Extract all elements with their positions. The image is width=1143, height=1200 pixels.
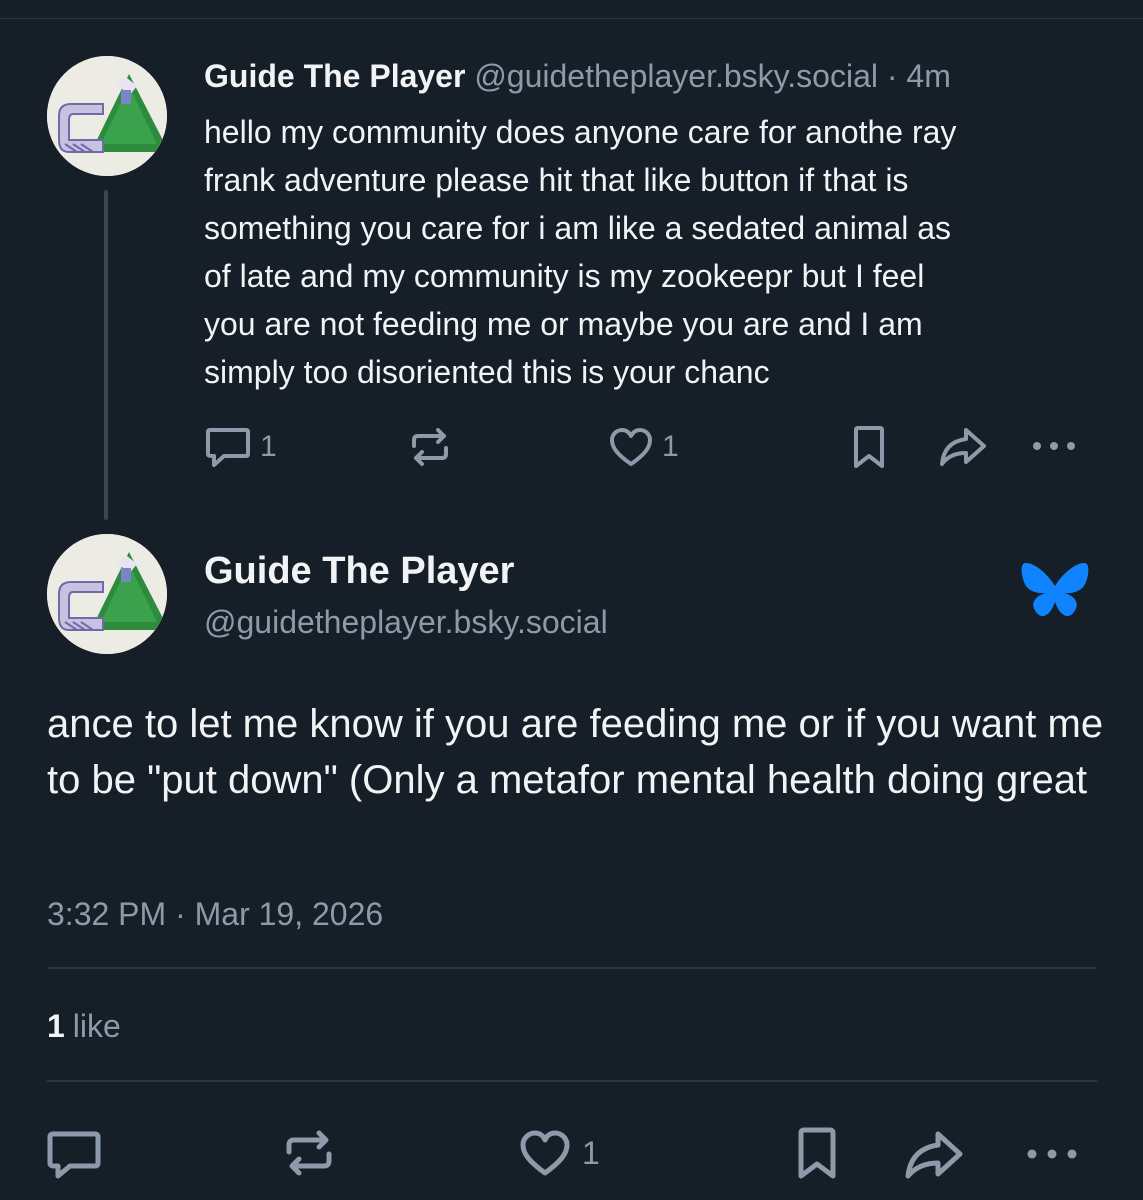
parent-like-button[interactable]: 1 — [608, 426, 679, 468]
share-icon — [940, 428, 986, 466]
main-post-timestamp: 3:32 PM · Mar 19, 2026 — [47, 896, 384, 932]
parent-author-avatar[interactable] — [47, 56, 167, 176]
parent-author-handle[interactable]: @guidetheplayer.bsky.social — [474, 58, 878, 94]
bookmark-icon — [854, 426, 884, 468]
bookmark-icon — [798, 1127, 836, 1179]
repost-icon — [412, 428, 448, 466]
parent-reply-button[interactable]: 1 — [204, 424, 277, 470]
parent-repost-button[interactable] — [408, 426, 452, 468]
main-like-button[interactable]: 1 — [518, 1128, 600, 1178]
likes-summary[interactable]: 1 like — [47, 1006, 121, 1046]
bluesky-butterfly-icon — [1020, 560, 1090, 629]
parent-share-button[interactable] — [936, 426, 988, 468]
likes-label: like — [72, 1008, 121, 1044]
parent-bookmark-button[interactable] — [850, 424, 888, 470]
reply-icon — [206, 428, 250, 467]
main-share-button[interactable] — [902, 1130, 964, 1180]
main-author-handle[interactable]: @guidetheplayer.bsky.social — [204, 602, 608, 642]
repost-icon — [286, 1130, 332, 1176]
parent-author-name[interactable]: Guide The Player — [204, 58, 465, 94]
avatar-image — [47, 534, 167, 654]
avatar-image — [47, 56, 167, 176]
parent-post-text: hello my community does anyone care for … — [204, 114, 957, 390]
like-icon — [610, 428, 652, 466]
main-bookmark-button[interactable] — [794, 1126, 840, 1180]
more-icon — [1027, 1149, 1077, 1159]
stats-divider-top — [47, 967, 1097, 969]
reply-icon — [47, 1131, 101, 1179]
stats-divider-bottom — [47, 1080, 1097, 1082]
main-repost-button[interactable] — [282, 1128, 336, 1178]
more-icon — [1033, 442, 1075, 450]
main-post-text: ance to let me know if you are feeding m… — [47, 702, 1104, 802]
main-reply-button[interactable] — [46, 1128, 102, 1182]
parent-like-count: 1 — [662, 430, 679, 463]
parent-reply-count: 1 — [260, 430, 277, 463]
parent-relative-time[interactable]: 4m — [906, 58, 950, 94]
main-author-name[interactable]: Guide The Player — [204, 548, 514, 594]
like-icon — [520, 1130, 570, 1176]
main-like-count: 1 — [582, 1134, 600, 1171]
top-divider — [0, 18, 1143, 19]
main-more-button[interactable] — [1024, 1142, 1080, 1166]
likes-count: 1 — [47, 1008, 65, 1044]
share-icon — [905, 1131, 963, 1179]
thread-connector-line — [104, 190, 108, 520]
main-author-avatar[interactable] — [47, 534, 167, 654]
header-separator: · — [886, 58, 898, 94]
parent-post-header: Guide The Player @guidetheplayer.bsky.so… — [204, 56, 951, 96]
parent-more-button[interactable] — [1030, 434, 1080, 458]
